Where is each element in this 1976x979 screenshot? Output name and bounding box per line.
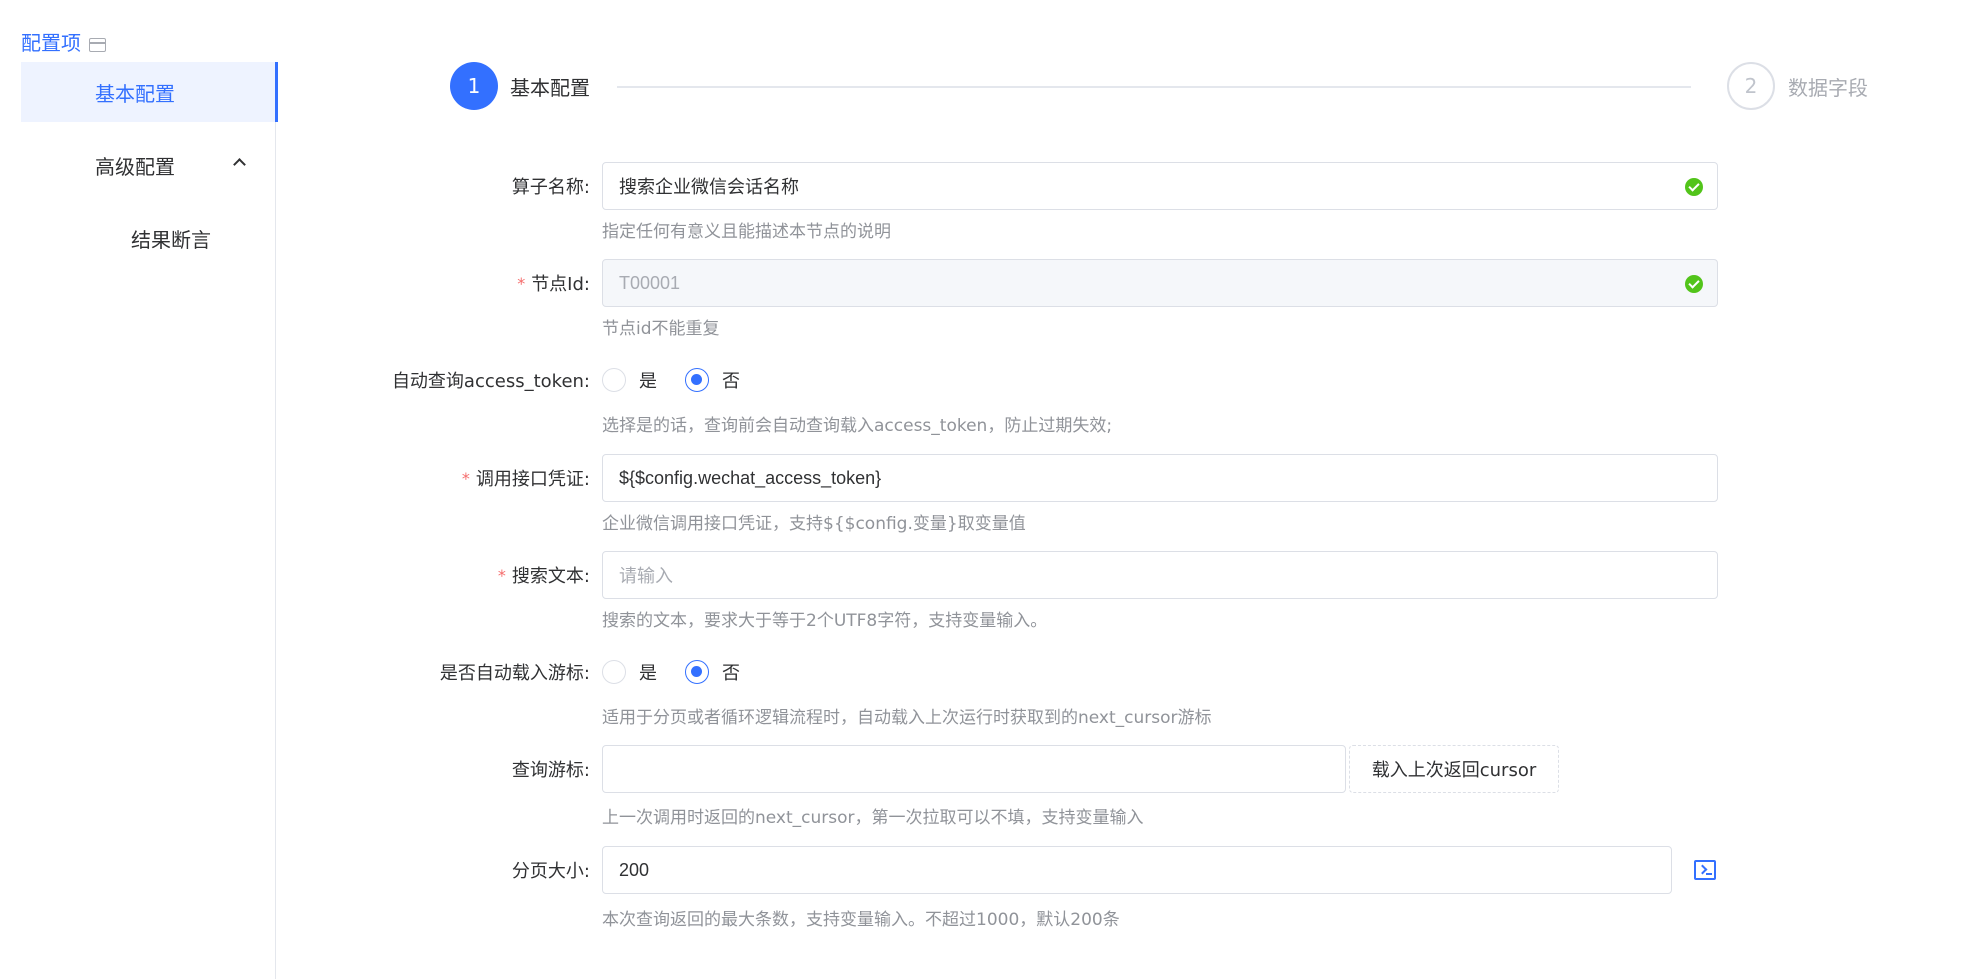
page-size-value: 200	[619, 859, 650, 880]
query-cursor-label: 查询游标:	[511, 760, 590, 781]
step-connector-line	[617, 86, 1691, 88]
sidebar-item-advanced-config[interactable]: 高级配置	[21, 135, 278, 195]
chevron-up-icon	[233, 158, 246, 171]
auto-token-hint: 选择是的话，查询前会自动查询载入access_token，防止过期失效;	[602, 416, 1113, 436]
auto-cursor-hint: 适用于分页或者循环逻辑流程时，自动载入上次运行时获取到的next_cursor游…	[602, 708, 1212, 728]
auto-cursor-radio-yes[interactable]	[602, 660, 626, 684]
node-id-label: * 节点Id:	[517, 273, 590, 296]
auto-token-radio-group: 是 否	[602, 356, 768, 404]
node-id-input[interactable]: T00001	[602, 259, 1718, 307]
auto-token-radio-no[interactable]	[685, 368, 709, 392]
operator-name-input[interactable]: 搜索企业微信会话名称	[602, 162, 1718, 210]
auto-cursor-radio-no[interactable]	[685, 660, 709, 684]
valid-check-icon	[1685, 275, 1703, 293]
auto-token-label: 自动查询access_token:	[391, 371, 590, 392]
operator-name-hint: 指定任何有意义且能描述本节点的说明	[602, 222, 891, 242]
credential-label: * 调用接口凭证:	[461, 468, 590, 491]
step-2-title: 数据字段	[1788, 76, 1868, 100]
sidebar-divider	[275, 122, 276, 979]
search-text-label: * 搜索文本:	[497, 565, 590, 588]
sidebar-item-basic-config[interactable]: 基本配置	[21, 62, 278, 122]
node-id-value: T00001	[619, 272, 681, 293]
step-1-indicator: 1	[450, 62, 498, 110]
required-mark: *	[461, 468, 470, 488]
query-cursor-input[interactable]	[602, 745, 1346, 793]
required-mark: *	[517, 273, 526, 293]
radio-label-yes[interactable]: 是	[639, 659, 657, 685]
required-mark: *	[497, 565, 506, 585]
credential-value: ${$config.wechat_access_token}	[619, 467, 882, 488]
search-text-hint: 搜索的文本，要求大于等于2个UTF8字符，支持变量输入。	[602, 611, 1048, 631]
sidebar-item-label: 结果断言	[131, 227, 211, 252]
radio-label-no[interactable]: 否	[722, 659, 740, 685]
window-icon[interactable]	[89, 38, 106, 52]
step-2-indicator: 2	[1727, 62, 1775, 110]
radio-label-no[interactable]: 否	[722, 367, 740, 393]
search-text-input[interactable]: 请输入	[602, 551, 1718, 599]
page-size-hint: 本次查询返回的最大条数，支持变量输入。不超过1000，默认200条	[602, 910, 1120, 930]
auto-cursor-radio-group: 是 否	[602, 648, 768, 696]
page-size-input[interactable]: 200	[602, 846, 1672, 894]
node-id-hint: 节点id不能重复	[602, 319, 720, 339]
credential-hint: 企业微信调用接口凭证，支持${$config.变量}取变量值	[602, 514, 1026, 534]
operator-name-label: 算子名称:	[511, 177, 590, 198]
sidebar-title-text: 配置项	[21, 30, 81, 55]
sidebar-item-label: 高级配置	[95, 154, 175, 179]
step-1-title: 基本配置	[510, 76, 590, 100]
search-text-placeholder: 请输入	[619, 566, 673, 587]
sidebar-item-label: 基本配置	[95, 81, 175, 106]
sidebar-item-result-assertion[interactable]: 结果断言	[21, 208, 278, 268]
valid-check-icon	[1685, 178, 1703, 196]
query-cursor-hint: 上一次调用时返回的next_cursor，第一次拉取可以不填，支持变量输入	[602, 808, 1144, 828]
credential-input[interactable]: ${$config.wechat_access_token}	[602, 454, 1718, 502]
page-size-label: 分页大小:	[511, 861, 590, 882]
auto-cursor-label: 是否自动载入游标:	[439, 663, 590, 684]
operator-name-value: 搜索企业微信会话名称	[619, 177, 799, 197]
terminal-icon[interactable]	[1694, 860, 1716, 880]
load-last-cursor-button[interactable]: 载入上次返回cursor	[1349, 745, 1559, 793]
radio-label-yes[interactable]: 是	[639, 367, 657, 393]
auto-token-radio-yes[interactable]	[602, 368, 626, 392]
sidebar-title: 配置项	[21, 26, 106, 56]
